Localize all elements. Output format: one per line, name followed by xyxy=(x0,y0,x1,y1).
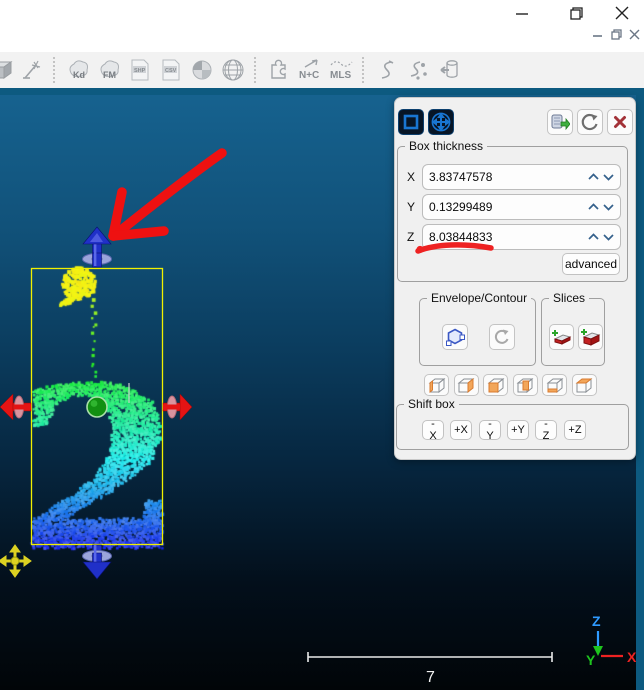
y-spin-up-icon[interactable] xyxy=(588,203,599,211)
x-thickness-input[interactable] xyxy=(429,170,584,184)
svg-text:CSV: CSV xyxy=(165,68,177,74)
x-thickness-spinbox[interactable] xyxy=(422,164,621,190)
shift-plus-y-button[interactable]: +Y xyxy=(507,420,529,440)
viewport-frame-top xyxy=(0,88,644,95)
shp-file-icon[interactable]: SHP xyxy=(127,57,153,83)
title-bar xyxy=(0,0,644,52)
reset-envelope-button[interactable] xyxy=(489,324,515,350)
envelope-contour-group: Envelope/Contour xyxy=(419,298,536,366)
x-thickness-label: X xyxy=(407,170,415,184)
box-primitive-icon[interactable] xyxy=(0,57,14,83)
toolbar: Kd FM SHP CSV xyxy=(0,52,644,88)
show-clipping-box-toggle[interactable] xyxy=(398,109,424,135)
kd-tree-icon[interactable]: Kd xyxy=(65,57,91,83)
shift-minus-z-button[interactable]: -Z xyxy=(535,420,557,440)
unroll-cylinder-icon[interactable] xyxy=(436,57,462,83)
slices-title: Slices xyxy=(549,291,589,305)
extract-envelope-button[interactable] xyxy=(442,324,468,350)
mdi-close-button[interactable] xyxy=(626,26,642,42)
box-thickness-title: Box thickness xyxy=(405,139,487,153)
shift-plus-x-button[interactable]: +X xyxy=(450,420,472,440)
shift-minus-y-button[interactable]: -Y xyxy=(479,420,501,440)
z-spin-up-icon[interactable] xyxy=(588,233,599,241)
y-thickness-label: Y xyxy=(407,200,415,214)
curve-fit-points-icon[interactable] xyxy=(405,57,431,83)
fm-mesh-icon[interactable]: FM xyxy=(96,57,122,83)
polyline-curve-icon[interactable] xyxy=(374,57,400,83)
window-minimize-button[interactable] xyxy=(512,4,532,22)
3d-viewport: 7 Z Y X xyxy=(0,95,644,690)
globe-icon[interactable] xyxy=(220,57,246,83)
z-spin-down-icon[interactable] xyxy=(603,233,614,241)
mdi-restore-button[interactable] xyxy=(608,26,624,42)
shift-box-title: Shift box xyxy=(404,397,459,411)
svg-text:FM: FM xyxy=(103,70,116,80)
toolbar-separator xyxy=(254,57,258,83)
slices-group: Slices xyxy=(541,298,605,366)
application-window: Kd FM SHP CSV xyxy=(0,0,644,690)
z-thickness-spinbox[interactable] xyxy=(422,224,621,250)
restore-box-button[interactable] xyxy=(577,109,603,135)
svg-text:Kd: Kd xyxy=(73,70,85,80)
toolbar-separator xyxy=(362,57,366,83)
set-view-left-button[interactable] xyxy=(424,374,449,396)
extract-slices-button[interactable] xyxy=(547,109,573,135)
window-close-button[interactable] xyxy=(612,3,632,23)
show-interactors-toggle[interactable] xyxy=(428,109,454,135)
toolbar-separator xyxy=(53,57,57,83)
svg-text:MLS: MLS xyxy=(330,70,351,81)
plugin-puzzle-icon[interactable] xyxy=(266,57,292,83)
x-spin-up-icon[interactable] xyxy=(588,173,599,181)
sphere-icon[interactable] xyxy=(189,57,215,83)
set-view-front-button[interactable] xyxy=(483,374,508,396)
y-thickness-input[interactable] xyxy=(429,200,584,214)
extract-single-slice-button[interactable] xyxy=(549,324,574,350)
set-view-bottom-button[interactable] xyxy=(542,374,567,396)
point-picking-icon[interactable] xyxy=(19,57,45,83)
advanced-button[interactable]: advanced xyxy=(562,253,620,275)
set-view-back-button[interactable] xyxy=(513,374,538,396)
window-restore-button[interactable] xyxy=(566,3,586,23)
shift-minus-x-button[interactable]: -X xyxy=(422,420,444,440)
set-view-right-button[interactable] xyxy=(454,374,479,396)
shift-box-group: Shift box -X +X -Y +Y -Z +Z xyxy=(396,404,629,450)
envelope-contour-title: Envelope/Contour xyxy=(427,291,531,305)
svg-text:SHP: SHP xyxy=(134,68,146,74)
svg-text:N+C: N+C xyxy=(299,70,319,81)
shift-plus-z-button[interactable]: +Z xyxy=(564,420,586,440)
csv-file-icon[interactable]: CSV xyxy=(158,57,184,83)
extract-multiple-slices-button[interactable] xyxy=(578,324,603,350)
mls-smoothing-icon[interactable]: MLS xyxy=(328,57,354,83)
mdi-minimize-button[interactable] xyxy=(590,28,604,42)
z-thickness-input[interactable] xyxy=(429,230,584,244)
set-view-top-button[interactable] xyxy=(572,374,597,396)
y-spin-down-icon[interactable] xyxy=(603,203,614,211)
y-thickness-spinbox[interactable] xyxy=(422,194,621,220)
x-spin-down-icon[interactable] xyxy=(603,173,614,181)
cross-section-panel: Box thickness X Y Z xyxy=(394,97,636,460)
z-thickness-label: Z xyxy=(407,230,414,244)
box-thickness-group: Box thickness X Y Z xyxy=(397,146,628,282)
close-tool-button[interactable] xyxy=(607,109,633,135)
normals-compute-icon[interactable]: N+C xyxy=(297,57,323,83)
